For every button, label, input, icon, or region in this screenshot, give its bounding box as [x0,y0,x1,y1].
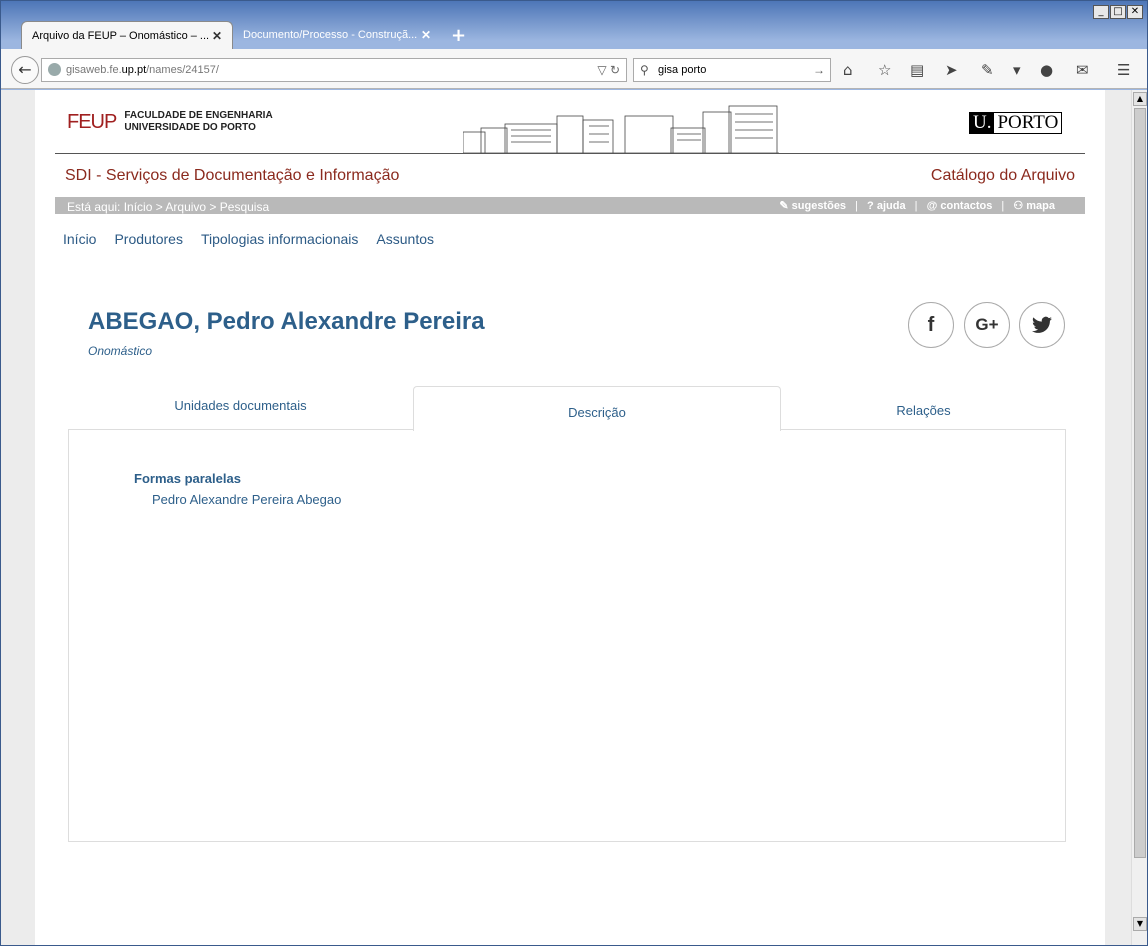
menu-item-inicio[interactable]: Início [63,231,96,247]
close-tab-icon[interactable]: ✕ [421,28,431,42]
close-tab-icon[interactable]: ✕ [212,29,222,43]
building-illustration [463,105,779,154]
uporto-logo[interactable]: U. PORTO [969,112,1063,134]
breadcrumb-bar: Está aqui: Início > Arquivo > Pesquisa ✎… [55,197,1085,214]
feup-line2: UNIVERSIDADE DO PORTO [124,122,256,133]
close-window-button[interactable]: ✕ [1127,5,1143,19]
url-domain: up.pt [121,64,147,76]
feup-line1: FACULDADE DE ENGENHARIA [124,110,273,121]
utility-links: ✎ sugestões | ? ajuda | @ contactos | ⚇ … [779,200,1055,212]
dropdown-icon[interactable]: ▾ [1013,61,1021,79]
page-viewport: FEUP FACULDADE DE ENGENHARIA UNIVERSIDAD… [1,90,1131,945]
chat-icon[interactable]: ● [1040,61,1053,79]
url-prefix: gisaweb.fe. [66,64,122,76]
reading-list-icon[interactable]: ▤ [910,61,924,79]
record-tabs: Unidades documentais Descrição Relações [68,386,1066,431]
uporto-u: U. [970,113,995,133]
help-icon: ? [867,200,874,212]
reload-icon[interactable]: ▽ ↻ [597,59,620,81]
menu-item-produtores[interactable]: Produtores [114,231,182,247]
scroll-thumb[interactable] [1134,108,1146,858]
facebook-icon[interactable]: f [908,302,954,348]
tab-content-panel: Formas paralelas Pedro Alexandre Pereira… [68,429,1066,842]
tab-relacoes[interactable]: Relações [781,386,1066,430]
back-button[interactable]: ← [11,56,39,84]
home-icon[interactable]: ⌂ [843,61,853,79]
scroll-down-icon[interactable]: ▼ [1133,917,1147,931]
window-controls: _ □ ✕ [1093,5,1143,19]
maximize-button[interactable]: □ [1110,5,1126,19]
at-icon: @ [926,200,938,212]
breadcrumb[interactable]: Está aqui: Início > Arquivo > Pesquisa [67,200,269,214]
browser-tab-active[interactable]: Arquivo da FEUP – Onomástico – ... ✕ [21,21,233,49]
catalog-title[interactable]: Catálogo do Arquivo [931,167,1075,185]
bookmark-star-icon[interactable]: ☆ [878,61,891,79]
globe-icon [48,63,61,76]
menu-item-tipologias[interactable]: Tipologias informacionais [201,231,358,247]
record-type: Onomástico [88,344,153,358]
url-path: /names/24157/ [146,64,219,76]
search-go-icon[interactable]: → [813,59,825,81]
map-link[interactable]: mapa [1026,200,1055,212]
search-icon: ⚲ [640,63,649,77]
uporto-porto: PORTO [997,112,1059,133]
address-bar[interactable]: gisaweb.fe.up.pt/names/24157/ ▽ ↻ [41,58,627,82]
contacts-link[interactable]: contactos [940,200,992,212]
tab-title: Documento/Processo - Construçã... [243,29,418,41]
addon-icon[interactable]: ✉ [1076,61,1089,79]
navigation-toolbar: ← gisaweb.fe.up.pt/names/24157/ ▽ ↻ ⚲ gi… [1,49,1147,89]
google-plus-icon[interactable]: G+ [964,302,1010,348]
feup-name: FACULDADE DE ENGENHARIA UNIVERSIDADE DO … [124,110,272,134]
sdi-title[interactable]: SDI - Serviços de Documentação e Informa… [65,167,399,185]
menu-item-assuntos[interactable]: Assuntos [376,231,434,247]
search-box[interactable]: ⚲ gisa porto → [633,58,831,82]
feup-logo[interactable]: FEUP FACULDADE DE ENGENHARIA UNIVERSIDAD… [67,110,273,134]
web-page: FEUP FACULDADE DE ENGENHARIA UNIVERSIDAD… [35,90,1105,945]
header-divider [55,153,1085,154]
browser-window: _ □ ✕ Arquivo da FEUP – Onomástico – ...… [0,0,1148,946]
suggestions-link[interactable]: sugestões [792,200,846,212]
extension-icon[interactable]: ✎ [981,61,994,79]
send-icon[interactable]: ➤ [945,61,958,79]
twitter-icon[interactable] [1019,302,1065,348]
vertical-scrollbar[interactable]: ▲ ▼ [1131,90,1147,945]
minimize-button[interactable]: _ [1093,5,1109,19]
section-value: Pedro Alexandre Pereira Abegao [152,492,342,507]
main-menu: Início Produtores Tipologias informacion… [63,231,434,247]
menu-icon[interactable]: ☰ [1117,61,1130,79]
section-title: Formas paralelas [134,471,241,486]
twitter-bird [1032,316,1052,333]
suggestions-icon: ✎ [779,200,789,212]
scroll-up-icon[interactable]: ▲ [1133,92,1147,106]
record-title: ABEGAO, Pedro Alexandre Pereira [88,308,485,335]
search-input[interactable]: gisa porto [658,64,706,76]
tab-unidades-documentais[interactable]: Unidades documentais [68,386,413,430]
tab-title: Arquivo da FEUP – Onomástico – ... [32,30,210,42]
tab-descricao[interactable]: Descrição [413,386,781,431]
browser-tab[interactable]: Documento/Processo - Construçã... ✕ [233,21,441,49]
sitemap-icon: ⚇ [1013,200,1024,212]
new-tab-button[interactable]: + [451,25,466,46]
feup-mark: FEUP [67,110,117,133]
help-link[interactable]: ajuda [877,200,906,212]
tab-bar: Arquivo da FEUP – Onomástico – ... ✕ Doc… [1,19,1147,49]
